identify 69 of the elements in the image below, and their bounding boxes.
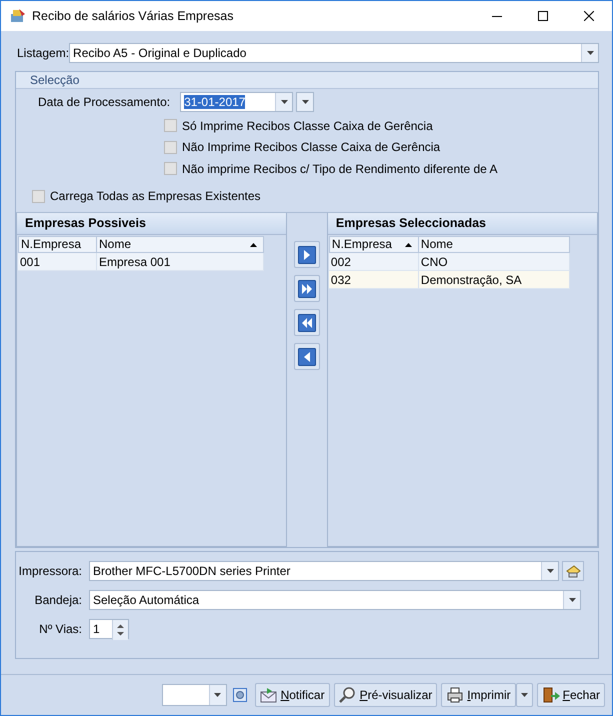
- app-icon: [9, 8, 27, 24]
- transfer-button[interactable]: [294, 241, 320, 268]
- field-label: Data de Processamento:: [38, 94, 170, 110]
- checkbox-label: Não imprime Recibos c/ Tipo de Rendimento diferente de A: [182, 162, 498, 176]
- dropdown-button[interactable]: [541, 562, 558, 580]
- table-cell: Empresa 001: [97, 253, 264, 271]
- table-cell: 001: [18, 253, 97, 271]
- action-button[interactable]: Notificar: [254, 683, 330, 707]
- transfer-button[interactable]: [294, 309, 320, 336]
- column-header[interactable]: Nome: [418, 236, 570, 253]
- dropdown-button[interactable]: [275, 93, 292, 111]
- field-label: Bandeja:: [34, 593, 82, 607]
- caret-icon: [586, 51, 594, 55]
- copies-spinner[interactable]: 1: [89, 619, 129, 639]
- checkbox[interactable]: [32, 190, 45, 203]
- print-button[interactable]: Imprimir: [441, 683, 516, 707]
- column-header[interactable]: N.Empresa: [328, 236, 419, 253]
- options-button[interactable]: [230, 685, 249, 705]
- group-title: Selecção: [16, 72, 598, 89]
- column-header[interactable]: Nome: [97, 236, 264, 253]
- caret-icon: [546, 569, 554, 573]
- caret-icon: [280, 100, 288, 104]
- envelope-icon: [260, 686, 278, 704]
- tray-dropdown[interactable]: Seleção Automática: [89, 590, 581, 610]
- action-button[interactable]: Fechar: [536, 683, 605, 707]
- dropdown-button[interactable]: [581, 44, 598, 62]
- panel-title: Empresas Seleccionadas: [328, 213, 597, 235]
- checkbox[interactable]: [164, 119, 177, 132]
- move-all-left-icon: [298, 314, 316, 332]
- caret-icon: [214, 693, 222, 697]
- maximize-icon: [538, 11, 548, 21]
- table-cell: 002: [328, 253, 419, 271]
- move-all-right-icon: [298, 280, 316, 298]
- action-button[interactable]: Pré-visualizar: [334, 683, 438, 707]
- dropdown-button[interactable]: [516, 683, 533, 707]
- report-dropdown[interactable]: Recibo A5 - Original e Duplicado: [69, 43, 599, 63]
- field-label: Impressora:: [18, 564, 82, 578]
- transfer-button[interactable]: [294, 343, 320, 370]
- caret-icon: [520, 693, 528, 697]
- printer-settings-button[interactable]: [562, 561, 584, 581]
- dropdown-button[interactable]: [563, 591, 580, 609]
- table-cell: 032: [328, 271, 419, 289]
- checkbox-label: Carrega Todas as Empresas Existentes: [50, 189, 261, 204]
- window-title: Recibo de salários Várias Empresas: [32, 9, 234, 23]
- caret-icon: [568, 598, 576, 602]
- move-right-icon: [298, 246, 316, 264]
- close-icon: [584, 11, 594, 21]
- column-header[interactable]: N.Empresa: [18, 236, 97, 253]
- table-cell: CNO: [418, 253, 570, 271]
- sort-ascending-icon: [404, 242, 412, 246]
- door-exit-icon: [542, 686, 560, 704]
- printer-dropdown[interactable]: Brother MFC-L5700DN series Printer: [89, 561, 559, 581]
- magnifier-icon: [338, 686, 357, 704]
- field-label: Nº Vias:: [38, 622, 82, 636]
- panel-title: Empresas Possiveis: [17, 213, 286, 235]
- dropdown-button[interactable]: [208, 685, 226, 705]
- table-cell: Demonstração, SA: [418, 271, 570, 289]
- move-left-icon: [298, 348, 316, 366]
- spin-arrows-icon: [112, 620, 128, 640]
- date-field[interactable]: 31-01-2017: [180, 92, 294, 112]
- checkbox[interactable]: [164, 162, 177, 176]
- checkbox[interactable]: [164, 140, 177, 154]
- transfer-button[interactable]: [294, 275, 320, 302]
- checkbox-label: Só Imprime Recibos Classe Caixa de Gerência: [182, 118, 433, 133]
- checkbox-label: Não Imprime Recibos Classe Caixa de Gerência: [182, 140, 440, 154]
- caret-icon: [302, 100, 309, 104]
- dropdown-button[interactable]: [296, 92, 314, 112]
- field-label: Listagem:: [17, 46, 70, 60]
- sort-ascending-icon: [250, 242, 257, 246]
